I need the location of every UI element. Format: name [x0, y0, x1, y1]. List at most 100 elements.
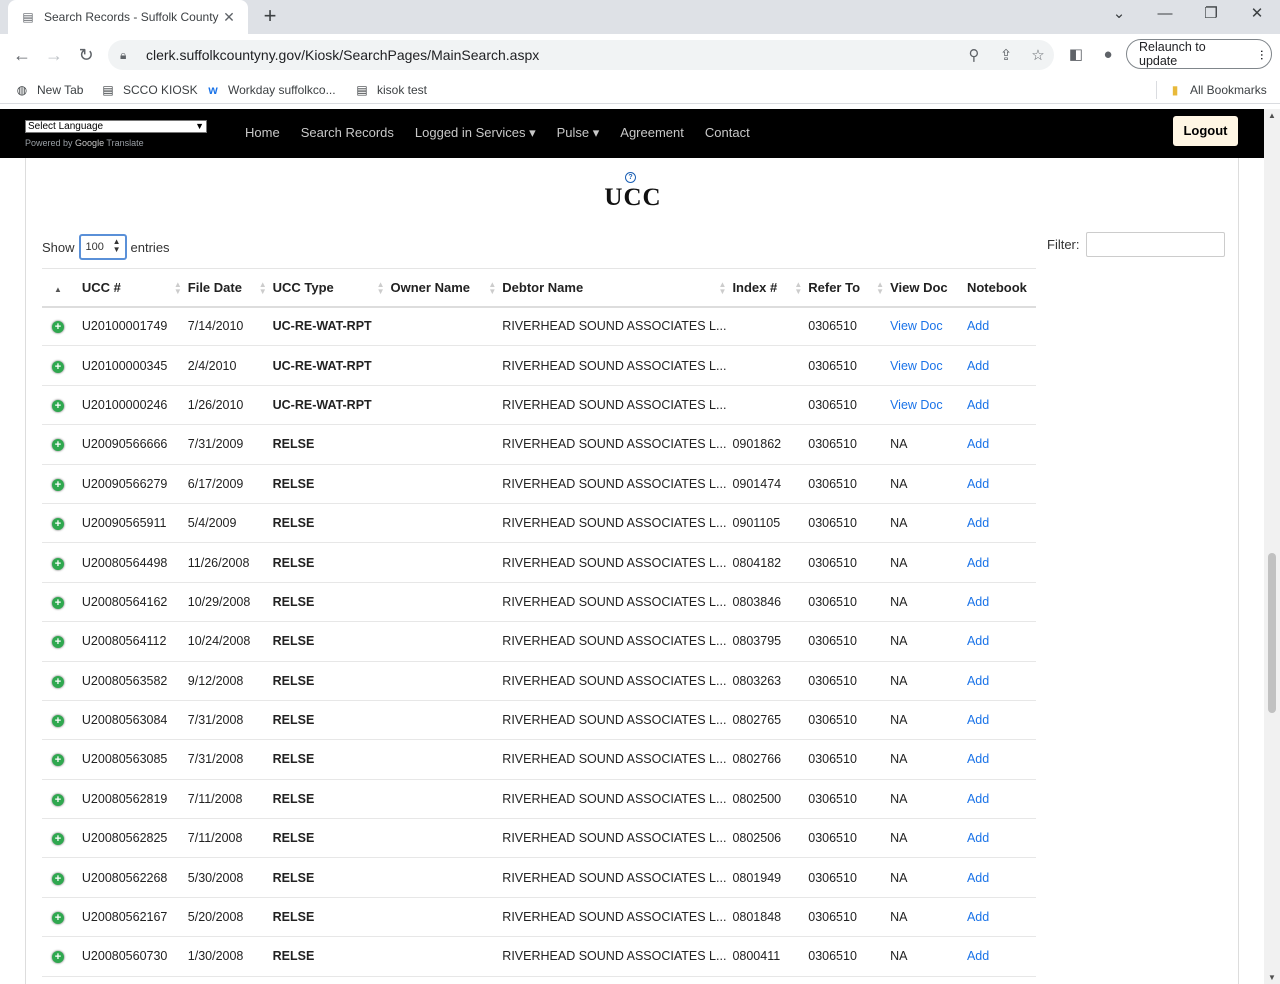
table-row[interactable]: + U20100000246 1/26/2010 UC-RE-WAT-RPT RIVER… [42, 385, 1036, 426]
page-scrollbar[interactable]: ▲ ▼ [1264, 109, 1280, 984]
table-row[interactable]: + U20080564162 10/29/2008 RELSE RIVERHEAD SO… [42, 582, 1036, 623]
cell-notebook[interactable]: Add [966, 897, 1036, 938]
expand-row-icon[interactable]: + [52, 675, 64, 688]
nav-logged-in-services[interactable]: Logged in Services ▾ [415, 125, 536, 141]
table-row[interactable]: + U20080562819 7/11/2008 RELSE RIVERHEAD SOU… [42, 779, 1036, 820]
nav-contact[interactable]: Contact [705, 125, 750, 141]
bookmark-scco-kiosk[interactable]: ▤ SCCO KIOSK [100, 81, 197, 99]
minimize-button[interactable]: — [1142, 0, 1188, 30]
table-row[interactable]: + U20080562825 7/11/2008 RELSE RIVERHEAD SOU… [42, 818, 1036, 859]
cell-notebook[interactable]: Add [966, 306, 1036, 347]
cell-notebook[interactable]: Add [966, 503, 1036, 544]
url-text[interactable]: clerk.suffolkcountyny.gov/Kiosk/SearchPa… [146, 47, 958, 63]
table-row[interactable]: + U20080564498 11/26/2008 RELSE RIVERHEAD SO… [42, 542, 1036, 583]
scroll-up-icon[interactable]: ▲ [1264, 111, 1280, 120]
bookmark-kisok-test[interactable]: ▤ kisok test [354, 81, 427, 99]
column-ucc-type[interactable]: UCC Type ▲ ▼ [272, 268, 391, 308]
table-row[interactable]: + U20090566666 7/31/2009 RELSE RIVERHEAD SOU… [42, 424, 1036, 465]
menu-dots-icon[interactable]: ··· [1255, 49, 1271, 60]
scroll-thumb[interactable] [1268, 553, 1276, 713]
site-info-icon[interactable]: 🔒︎ [120, 48, 134, 63]
bookmark-star-icon[interactable]: ☆ [1022, 46, 1054, 64]
back-button[interactable]: ← [10, 43, 34, 67]
cell-notebook[interactable]: Add [966, 345, 1036, 386]
cell-notebook[interactable]: Add [966, 700, 1036, 741]
table-row[interactable]: + U20080563582 9/12/2008 RELSE RIVERHEAD SOU… [42, 661, 1036, 701]
filter-input[interactable] [1085, 232, 1225, 257]
cell-notebook[interactable]: Add [966, 857, 1036, 898]
nav-agreement[interactable]: Agreement [620, 125, 684, 141]
table-row[interactable]: + U20100000345 2/4/2010 UC-RE-WAT-RPT RIVERH… [42, 345, 1036, 386]
new-tab-button[interactable]: + [258, 4, 282, 28]
table-row[interactable]: + U20080562268 5/30/2008 RELSE RIVERHEAD SOU… [42, 857, 1036, 898]
table-row[interactable]: + U20080563084 7/31/2008 RELSE RIVERHEAD SOU… [42, 700, 1036, 741]
profile-icon[interactable]: ● [1096, 43, 1120, 67]
column-refer-to[interactable]: Refer To ▲ ▼ [808, 268, 891, 308]
cell-notebook[interactable]: Add [966, 661, 1036, 701]
close-window-button[interactable]: ✕ [1234, 0, 1280, 30]
cell-notebook[interactable]: Add [966, 818, 1036, 859]
expand-row-icon[interactable]: + [52, 399, 64, 412]
expand-row-icon[interactable]: + [52, 872, 64, 885]
cell-view-doc[interactable]: View Doc [890, 306, 967, 347]
share-icon[interactable]: ⇪ [990, 46, 1022, 64]
close-tab-icon[interactable]: ✕ [220, 8, 238, 26]
column-owner-name[interactable]: Owner Name ▲ ▼ [390, 268, 503, 308]
address-bar[interactable]: 🔒︎ clerk.suffolkcountyny.gov/Kiosk/Searc… [108, 40, 1054, 70]
expand-row-icon[interactable]: + [52, 715, 64, 728]
logout-button[interactable]: Logout [1173, 116, 1238, 146]
table-row[interactable]: + U20090566279 6/17/2009 RELSE RIVERHEAD SOU… [42, 464, 1036, 504]
cell-notebook[interactable]: Add [966, 385, 1036, 426]
zoom-icon[interactable]: ⚲ [958, 46, 990, 64]
restore-button[interactable]: ❐ [1188, 0, 1234, 30]
expand-row-icon[interactable]: + [52, 793, 64, 806]
expand-column-header[interactable]: ▲ [42, 268, 82, 308]
table-row[interactable]: + U20090565911 5/4/2009 RELSE RIVERHEAD SOUN… [42, 503, 1036, 544]
tab-search-icon[interactable]: ⌄ [1096, 0, 1142, 30]
expand-row-icon[interactable]: + [52, 596, 64, 609]
expand-row-icon[interactable]: + [52, 360, 64, 373]
side-panel-icon[interactable]: ◧ [1064, 43, 1088, 67]
table-row[interactable]: + U20100001749 7/14/2010 UC-RE-WAT-RPT RIVER… [42, 306, 1036, 347]
expand-row-icon[interactable]: + [52, 754, 64, 767]
column-debtor-name[interactable]: Debtor Name ▲ ▼ [502, 268, 733, 308]
column-ucc-number[interactable]: UCC # ▲ ▼ [81, 268, 188, 308]
nav-home[interactable]: Home [245, 125, 280, 141]
column-file-date[interactable]: File Date ▲ ▼ [187, 268, 273, 308]
cell-notebook[interactable]: Add [966, 739, 1036, 780]
browser-tab[interactable]: ▤ Search Records - Suffolk County ✕ [8, 0, 248, 34]
expand-row-icon[interactable]: + [52, 439, 64, 452]
relaunch-button[interactable]: Relaunch to update ··· [1126, 39, 1272, 69]
all-bookmarks[interactable]: ▮ All Bookmarks [1156, 81, 1267, 99]
cell-notebook[interactable]: Add [966, 424, 1036, 465]
nav-search-records[interactable]: Search Records [301, 125, 394, 141]
language-select[interactable]: Select Language ▼ [25, 120, 207, 133]
expand-row-icon[interactable]: + [52, 833, 64, 846]
table-row[interactable]: + U20080563085 7/31/2008 RELSE RIVERHEAD SOU… [42, 739, 1036, 780]
scroll-down-icon[interactable]: ▼ [1264, 973, 1280, 982]
expand-row-icon[interactable]: + [52, 636, 64, 649]
expand-row-icon[interactable]: + [52, 912, 64, 925]
bookmark-new-tab[interactable]: ◍ New Tab [14, 81, 84, 99]
expand-row-icon[interactable]: + [52, 518, 64, 531]
cell-notebook[interactable]: Add [966, 542, 1036, 583]
nav-pulse[interactable]: Pulse ▾ [557, 125, 600, 141]
table-row[interactable]: + U20080564112 10/24/2008 RELSE RIVERHEAD SO… [42, 621, 1036, 662]
expand-row-icon[interactable]: + [52, 478, 64, 491]
expand-row-icon[interactable]: + [52, 557, 64, 570]
expand-row-icon[interactable]: + [52, 951, 64, 964]
reload-button[interactable]: ↻ [74, 43, 98, 67]
page-length-select[interactable]: 100 ▲ ▼ [78, 234, 127, 260]
cell-view-doc[interactable]: View Doc [890, 345, 967, 386]
forward-button[interactable]: → [42, 43, 66, 67]
table-row[interactable]: + U20080560730 1/30/2008 RELSE RIVERHEAD SOU… [42, 936, 1036, 977]
table-row[interactable]: + U20080562167 5/20/2008 RELSE RIVERHEAD SOU… [42, 897, 1036, 938]
column-index-number[interactable]: Index # ▲ ▼ [732, 268, 809, 308]
cell-notebook[interactable]: Add [966, 621, 1036, 662]
cell-notebook[interactable]: Add [966, 582, 1036, 623]
cell-notebook[interactable]: Add [966, 464, 1036, 504]
expand-row-icon[interactable]: + [52, 321, 64, 334]
bookmark-workday[interactable]: w Workday suffolkco... [205, 81, 335, 99]
cell-notebook[interactable]: Add [966, 779, 1036, 820]
cell-notebook[interactable]: Add [966, 936, 1036, 977]
